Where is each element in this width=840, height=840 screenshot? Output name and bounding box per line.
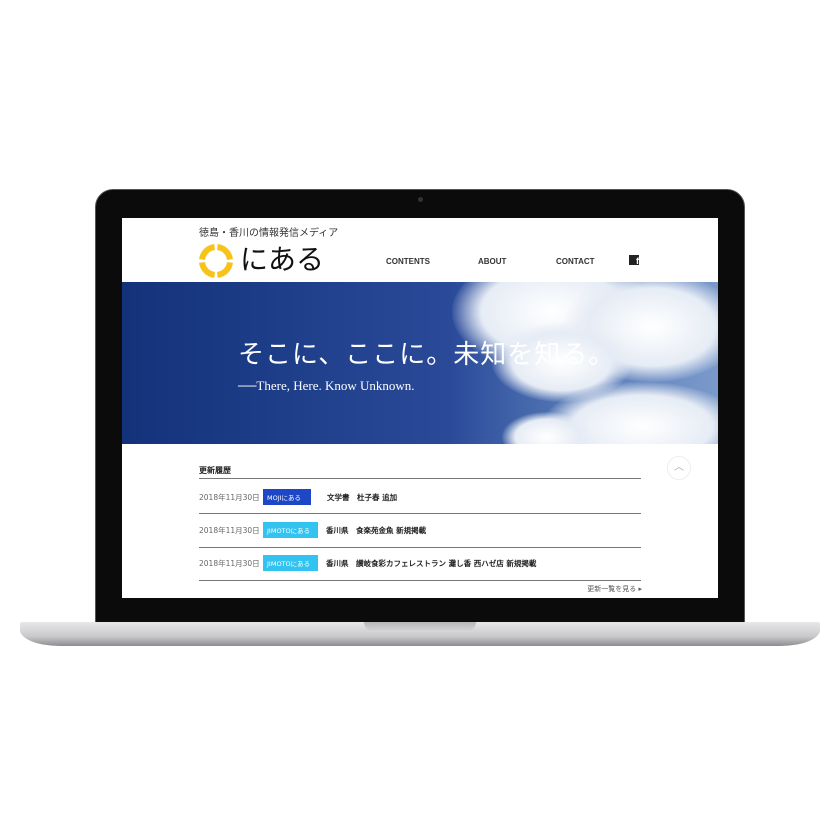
category-badge[interactable]: JIMOTOにある — [263, 555, 318, 571]
laptop-notch — [364, 622, 476, 632]
scroll-top-button[interactable]: ︿ — [667, 456, 691, 480]
nav-contact[interactable]: CONTACT — [556, 257, 595, 266]
logo-icon[interactable] — [199, 244, 233, 278]
chevron-up-icon: ︿ — [674, 462, 684, 473]
category-badge[interactable]: JIMOTOにある — [263, 522, 318, 538]
hero-banner: そこに、ここに。未知を知る。 ──There, Here. Know Unkno… — [122, 282, 718, 444]
screen: 徳島・香川の情報発信メディア にある CONTENTS ABOUT CONTAC… — [122, 218, 718, 598]
date: 2018年11月30日 — [199, 492, 260, 502]
hero-title: そこに、ここに。未知を知る。 — [238, 340, 616, 370]
list-item[interactable]: 2018年11月30日 MOJIにある 文学書 杜子春 追加 — [199, 489, 397, 505]
update-text[interactable]: 香川県 食楽苑金魚 新規掲載 — [326, 525, 426, 536]
camera — [418, 197, 423, 202]
update-text[interactable]: 香川県 讃岐食彩カフェレストラン 灘し香 西ハゼ店 新規掲載 — [326, 558, 536, 569]
divider — [199, 478, 641, 479]
date: 2018年11月30日 — [199, 525, 260, 535]
category-badge[interactable]: MOJIにある — [263, 489, 311, 505]
update-text[interactable]: 文学書 杜子春 追加 — [327, 492, 397, 503]
site-tagline: 徳島・香川の情報発信メディア — [199, 228, 339, 239]
updates-title: 更新履歴 — [199, 466, 231, 475]
logo-text[interactable]: にある — [240, 238, 324, 278]
view-all-link[interactable]: 更新一覧を見る ▸ — [562, 584, 642, 594]
hero-subtitle: ──There, Here. Know Unknown. — [238, 378, 415, 393]
list-item[interactable]: 2018年11月30日 JIMOTOにある 香川県 讃岐食彩カフェレストラン 灘… — [199, 555, 536, 571]
facebook-icon[interactable]: f — [629, 255, 639, 265]
divider — [199, 580, 641, 581]
divider — [199, 513, 641, 514]
nav-contents[interactable]: CONTENTS — [386, 257, 430, 266]
date: 2018年11月30日 — [199, 558, 260, 568]
list-item[interactable]: 2018年11月30日 JIMOTOにある 香川県 食楽苑金魚 新規掲載 — [199, 522, 426, 538]
nav-about[interactable]: ABOUT — [478, 257, 506, 266]
divider — [199, 547, 641, 548]
